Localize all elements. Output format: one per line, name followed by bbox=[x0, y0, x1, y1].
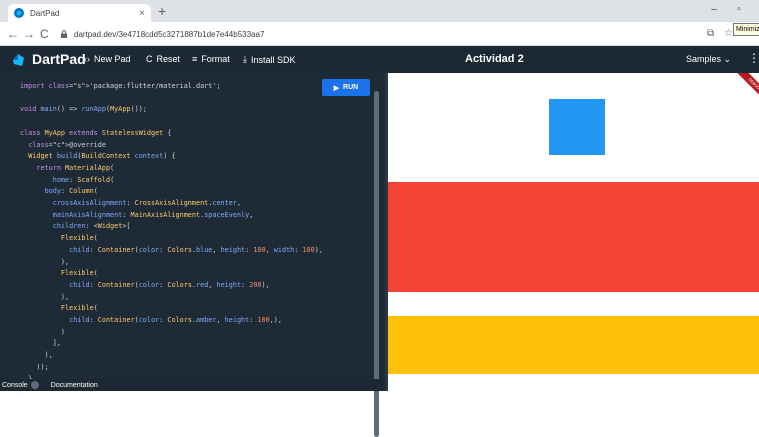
tab-close-icon[interactable]: × bbox=[139, 8, 145, 19]
new-tab-icon[interactable]: + bbox=[158, 3, 166, 19]
reset-label: Reset bbox=[156, 54, 181, 64]
url-field[interactable]: dartpad.dev/3e4718cdd5c3271887b1de7e44b5… bbox=[60, 26, 660, 42]
format-button[interactable]: ≡ Format bbox=[192, 54, 230, 64]
translate-icon[interactable]: ⧉ bbox=[707, 28, 714, 39]
install-sdk-button[interactable]: ⤓ Install SDK bbox=[243, 54, 296, 65]
more-vert-icon[interactable]: ⋮ bbox=[748, 51, 759, 65]
bottom-bar: Console Documentation bbox=[0, 379, 385, 391]
debug-banner: DEBUG bbox=[733, 73, 759, 105]
play-icon: ▶ bbox=[333, 84, 344, 92]
blue-container bbox=[549, 99, 605, 155]
forward-icon[interactable]: → bbox=[23, 26, 35, 42]
browser-tab-strip: DartPad × + – ▫ bbox=[0, 0, 759, 22]
chevron-down-icon: ⌄ bbox=[723, 54, 732, 64]
amber-container bbox=[388, 316, 759, 374]
address-bar: ← → C dartpad.dev/3e4718cdd5c3271887b1de… bbox=[0, 22, 759, 46]
reset-button[interactable]: C Reset bbox=[146, 54, 180, 64]
browser-tab[interactable]: DartPad × bbox=[8, 4, 151, 22]
red-container bbox=[388, 182, 759, 292]
format-icon: ≡ bbox=[192, 54, 198, 64]
pad-title: Actividad 2 bbox=[465, 53, 524, 65]
documentation-tab[interactable]: Documentation bbox=[51, 382, 98, 389]
dartpad-favicon-icon bbox=[14, 8, 24, 18]
flutter-output[interactable]: DEBUG bbox=[388, 73, 759, 391]
download-icon: ⤓ bbox=[243, 54, 247, 64]
code-icon: ‹› bbox=[84, 54, 90, 64]
dart-logo-icon bbox=[13, 54, 24, 66]
new-pad-label: New Pad bbox=[94, 54, 131, 64]
format-label: Format bbox=[201, 54, 230, 64]
install-sdk-label: Install SDK bbox=[250, 54, 296, 65]
minimize-tooltip: Minimiz, ta bbox=[733, 23, 759, 36]
code-editor[interactable]: import class="s">'package:flutter/materi… bbox=[0, 73, 385, 437]
console-count-badge bbox=[30, 381, 39, 389]
url-text: dartpad.dev/3e4718cdd5c3271887b1de7e44b5… bbox=[74, 29, 265, 39]
reload-icon[interactable]: C bbox=[40, 26, 49, 42]
console-tab[interactable]: Console bbox=[2, 382, 28, 389]
samples-label: Samples bbox=[686, 54, 722, 64]
bookmark-star-icon[interactable]: ☆ bbox=[724, 28, 733, 39]
minimize-icon[interactable]: – bbox=[703, 2, 725, 18]
samples-dropdown[interactable]: Samples ⌄ bbox=[686, 54, 731, 65]
browser-tab-title: DartPad bbox=[30, 8, 60, 18]
run-button[interactable]: ▶ RUN bbox=[322, 79, 370, 96]
new-pad-button[interactable]: ‹› New Pad bbox=[84, 54, 131, 64]
maximize-icon[interactable]: ▫ bbox=[728, 2, 750, 18]
code-text[interactable]: import class="s">'package:flutter/materi… bbox=[20, 81, 323, 397]
dartpad-brand[interactable]: DartPad bbox=[32, 51, 86, 67]
dartpad-header: DartPad ‹› New Pad C Reset ≡ Format ⤓ In… bbox=[0, 46, 759, 73]
back-icon[interactable]: ← bbox=[7, 26, 19, 42]
refresh-icon: C bbox=[146, 54, 153, 64]
lock-icon bbox=[61, 30, 67, 38]
run-label: RUN bbox=[343, 84, 359, 91]
